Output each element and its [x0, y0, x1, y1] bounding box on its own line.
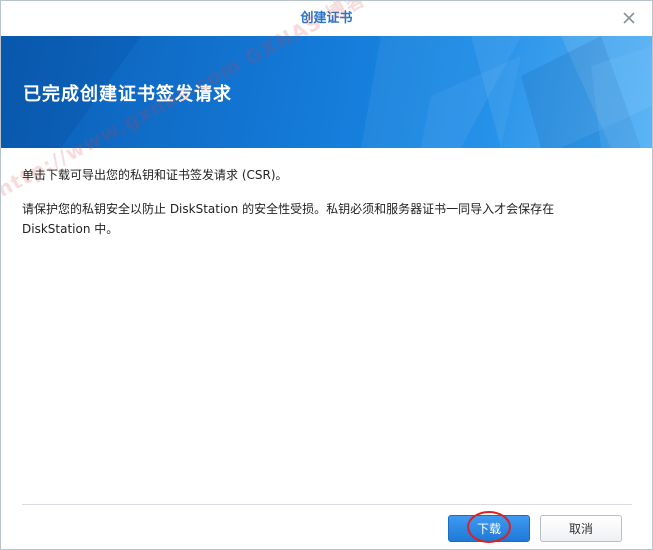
close-icon — [623, 12, 635, 24]
footer-divider — [22, 504, 632, 505]
download-button[interactable]: 下载 — [448, 515, 530, 542]
banner-title: 已完成创建证书签发请求 — [23, 84, 232, 105]
security-notice-line1: 请保护您的私钥安全以防止 DiskStation 的安全性受损。私钥必须和服务器… — [22, 202, 555, 216]
wizard-banner: 已完成创建证书签发请求 — [1, 36, 652, 148]
create-certificate-dialog: 创建证书 已完成创建证书签发请求 http://www.gxnas.com GX… — [0, 0, 653, 550]
dialog-title: 创建证书 — [300, 11, 353, 26]
instruction-text: 单击下载可导出您的私钥和证书签发请求 (CSR)。 — [22, 168, 288, 182]
dialog-content: 单击下载可导出您的私钥和证书签发请求 (CSR)。 请保护您的私钥安全以防止 D… — [22, 165, 632, 251]
security-notice-line2: DiskStation 中。 — [22, 222, 119, 236]
security-notice: 请保护您的私钥安全以防止 DiskStation 的安全性受损。私钥必须和服务器… — [22, 199, 632, 239]
close-button[interactable] — [620, 9, 638, 27]
dialog-titlebar: 创建证书 — [1, 1, 652, 37]
cancel-button[interactable]: 取消 — [540, 515, 622, 542]
